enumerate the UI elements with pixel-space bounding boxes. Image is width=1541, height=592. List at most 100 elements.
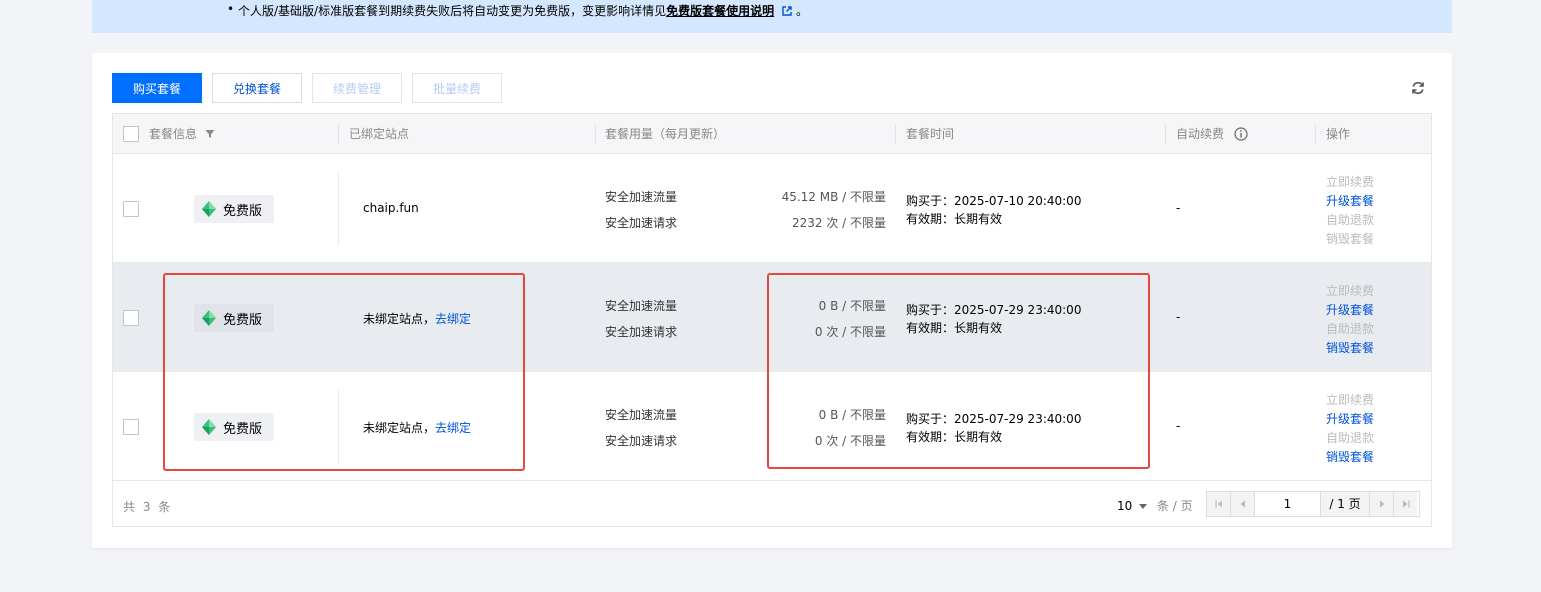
- notice-text-line: • 个人版/基础版/标准版套餐到期续费失败后将自动变更为免费版，变更影响详情见免…: [227, 2, 808, 19]
- prev-page-icon: [1240, 500, 1245, 508]
- usage-request-label: 安全加速请求: [605, 216, 678, 230]
- cell-divider: [338, 172, 339, 246]
- last-page-icon: [1402, 500, 1409, 508]
- purchase-time: 购买于：2025-07-10 20:40:00: [906, 194, 1082, 208]
- renew-manage-button[interactable]: 续费管理: [312, 73, 402, 103]
- header-plan-info: 套餐信息: [149, 114, 215, 154]
- first-page-button[interactable]: [1207, 492, 1231, 516]
- auto-renew-value: -: [1176, 419, 1181, 433]
- usage-traffic-label: 安全加速流量: [605, 299, 678, 313]
- page-number-input[interactable]: 1: [1255, 492, 1321, 516]
- page-size-select[interactable]: 10 条 / 页: [1117, 497, 1193, 514]
- usage-request-value: 0 次 / 不限量: [814, 434, 886, 448]
- renew-now-link[interactable]: 立即续费: [1326, 173, 1374, 190]
- cell-divider: [338, 390, 339, 464]
- usage-request-label: 安全加速请求: [605, 434, 678, 448]
- notice-bullet: •: [227, 2, 235, 16]
- auto-renew-value: -: [1176, 310, 1181, 324]
- next-page-icon: [1379, 500, 1384, 508]
- site-name: chaip.fun: [363, 201, 419, 215]
- notice-text: 个人版/基础版/标准版套餐到期续费失败后将自动变更为免费版，变更影响详情见: [238, 4, 667, 18]
- usage-traffic-value: 0 B / 不限量: [818, 408, 886, 422]
- row-checkbox[interactable]: [123, 201, 139, 217]
- purchase-time: 购买于：2025-07-29 23:40:00: [906, 303, 1082, 317]
- header-time: 套餐时间: [906, 127, 955, 141]
- next-page-button[interactable]: [1369, 492, 1393, 516]
- cell-divider: [338, 281, 339, 355]
- batch-renew-button[interactable]: 批量续费: [412, 73, 502, 103]
- plan-name: 免费版: [223, 421, 263, 437]
- caret-down-icon[interactable]: [1139, 504, 1148, 510]
- row-checkbox[interactable]: [123, 310, 139, 326]
- plan-name: 免费版: [223, 203, 263, 219]
- upgrade-plan-link[interactable]: 升级套餐: [1326, 410, 1374, 427]
- self-refund-link[interactable]: 自助退款: [1326, 211, 1374, 228]
- plan-leaf-icon: [202, 310, 216, 326]
- page-size-unit: 条 / 页: [1156, 499, 1193, 513]
- header-usage: 套餐用量（每月更新）: [605, 127, 726, 141]
- table-row: 免费版 未绑定站点，去绑定 安全加速流量 0 B / 不限量 安全加速请求 0 …: [113, 263, 1431, 372]
- upgrade-plan-link[interactable]: 升级套餐: [1326, 301, 1374, 318]
- notice-end: 。: [795, 4, 808, 18]
- validity: 有效期：长期有效: [906, 430, 1003, 444]
- select-all-checkbox[interactable]: [123, 126, 139, 142]
- header-divider: [895, 124, 896, 144]
- header-site: 已绑定站点: [349, 127, 410, 141]
- validity: 有效期：长期有效: [906, 321, 1003, 335]
- usage-request-value: 2232 次 / 不限量: [791, 216, 886, 230]
- auto-renew-value: -: [1176, 201, 1181, 215]
- header-divider: [1165, 124, 1166, 144]
- site-name: 未绑定站点，: [363, 421, 436, 435]
- header-auto-renew: 自动续费: [1176, 114, 1248, 154]
- filter-icon[interactable]: [205, 129, 215, 139]
- destroy-plan-link[interactable]: 销毁套餐: [1326, 448, 1374, 465]
- external-link-icon[interactable]: [782, 6, 792, 16]
- bind-site-link[interactable]: 去绑定: [435, 312, 471, 326]
- row-checkbox[interactable]: [123, 419, 139, 435]
- header-divider: [595, 124, 596, 144]
- usage-traffic-label: 安全加速流量: [605, 190, 678, 204]
- bound-site: chaip.fun: [363, 201, 419, 215]
- self-refund-link[interactable]: 自助退款: [1326, 429, 1374, 446]
- bound-site: 未绑定站点，去绑定: [363, 419, 471, 436]
- total-pages: / 1 页: [1321, 492, 1369, 516]
- usage-traffic-value: 0 B / 不限量: [818, 299, 886, 313]
- usage-traffic-value: 45.12 MB / 不限量: [781, 190, 886, 204]
- usage-request-value: 0 次 / 不限量: [814, 325, 886, 339]
- page-size-value[interactable]: 10: [1117, 499, 1132, 513]
- bind-site-link[interactable]: 去绑定: [435, 421, 471, 435]
- site-name: 未绑定站点，: [363, 312, 436, 326]
- renew-now-link[interactable]: 立即续费: [1326, 282, 1374, 299]
- header-ops: 操作: [1326, 127, 1351, 141]
- plan-badge: 免费版: [194, 304, 274, 332]
- usage-traffic-label: 安全加速流量: [605, 408, 678, 422]
- prev-page-button[interactable]: [1231, 492, 1255, 516]
- last-page-button[interactable]: [1393, 492, 1417, 516]
- plan-table: 套餐信息 已绑定站点 套餐用量（每月更新） 套餐时间 自动续费 操作 免费版 c…: [112, 113, 1432, 527]
- usage-request-label: 安全加速请求: [605, 325, 678, 339]
- plan-card: 购买套餐 兑换套餐 续费管理 批量续费 套餐信息 已绑定站点 套餐用量（每月更新…: [92, 53, 1452, 548]
- upgrade-plan-link[interactable]: 升级套餐: [1326, 192, 1374, 209]
- plan-leaf-icon: [202, 201, 216, 217]
- total-count: 共 3 条: [123, 500, 173, 514]
- table-header: 套餐信息 已绑定站点 套餐用量（每月更新） 套餐时间 自动续费 操作: [113, 114, 1431, 154]
- notice-banner: • 个人版/基础版/标准版套餐到期续费失败后将自动变更为免费版，变更影响详情见免…: [92, 0, 1452, 33]
- destroy-plan-link[interactable]: 销毁套餐: [1326, 339, 1374, 356]
- first-page-icon: [1215, 500, 1222, 508]
- redeem-plan-button[interactable]: 兑换套餐: [212, 73, 302, 103]
- plan-leaf-icon: [202, 419, 216, 435]
- header-divider: [338, 124, 339, 144]
- plan-badge: 免费版: [194, 413, 274, 441]
- notice-link[interactable]: 免费版套餐使用说明: [666, 4, 774, 18]
- table-row: 免费版 未绑定站点，去绑定 安全加速流量 0 B / 不限量 安全加速请求 0 …: [113, 372, 1431, 481]
- renew-now-link[interactable]: 立即续费: [1326, 391, 1374, 408]
- destroy-plan-link[interactable]: 销毁套餐: [1326, 230, 1374, 247]
- info-icon[interactable]: [1234, 127, 1248, 141]
- table-row: 免费版 chaip.fun 安全加速流量 45.12 MB / 不限量 安全加速…: [113, 154, 1431, 263]
- buy-plan-button[interactable]: 购买套餐: [112, 73, 202, 103]
- refresh-icon[interactable]: [1410, 80, 1426, 96]
- purchase-time: 购买于：2025-07-29 23:40:00: [906, 412, 1082, 426]
- header-divider: [1315, 124, 1316, 144]
- self-refund-link[interactable]: 自助退款: [1326, 320, 1374, 337]
- pagination: 1 / 1 页: [1206, 491, 1420, 517]
